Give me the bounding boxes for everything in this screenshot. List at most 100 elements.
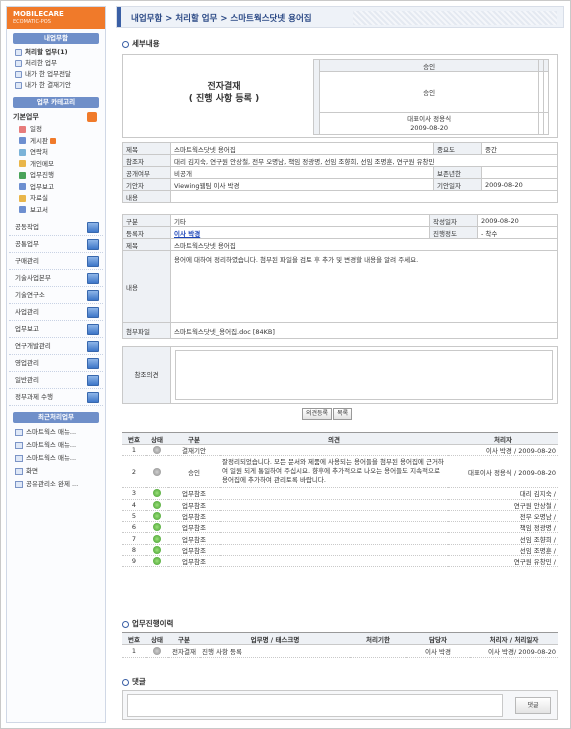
info-label: 내용 xyxy=(122,190,171,203)
category-label: 사업관리 xyxy=(15,308,39,316)
sidebar-subitem-label: 보고서 xyxy=(30,205,48,214)
history-no: 2 xyxy=(122,455,146,489)
category-item[interactable]: 공통업무 xyxy=(9,236,103,253)
history-handler: 선임 조명훈 / xyxy=(448,544,558,557)
sidebar-subitem[interactable]: 보고서 xyxy=(7,205,105,217)
detail-section-heading: 세부내용 xyxy=(122,38,160,49)
sidebar-subitem[interactable]: 업무보고 xyxy=(7,182,105,194)
history-status xyxy=(146,499,168,511)
writer-link[interactable]: 이사 박경 xyxy=(174,230,200,238)
comment-textarea[interactable] xyxy=(127,694,503,717)
info-label: 등록자 xyxy=(122,226,171,239)
info-content-value xyxy=(170,190,558,203)
breadcrumb: 내업무함 > 처리할 업무 > 스마트웍스닷넷 용어집 xyxy=(131,14,312,24)
check-status-icon xyxy=(153,446,161,455)
sidebar-subitem[interactable]: 연락처 xyxy=(7,147,105,159)
history-type: 업무참조 xyxy=(168,544,220,557)
sidebar-subitem-label: 일정 xyxy=(30,125,42,133)
history-handler: 책임 정광명 / xyxy=(448,521,558,534)
recent-item[interactable]: 화면 xyxy=(7,465,105,478)
opinion-label: 참조의견 xyxy=(123,347,171,403)
recent-item[interactable]: 스마트웍스 매뉴... xyxy=(7,426,105,439)
history-status xyxy=(146,544,168,557)
history-opinion xyxy=(220,444,448,457)
category-label: 구매관리 xyxy=(15,257,39,265)
sidebar-subitem-label: 개인메모 xyxy=(30,159,54,168)
sidebar-subitem-label: 업무보고 xyxy=(30,182,54,191)
category-item[interactable]: 정부과제 수행 xyxy=(9,389,103,406)
category-item[interactable]: 업무보고 xyxy=(9,321,103,338)
logo[interactable]: MOBILECARE ECOMATIC-POS xyxy=(7,7,105,29)
list-button[interactable]: 목록 xyxy=(333,408,353,420)
recent-item[interactable]: 공유관리소 완제 ... xyxy=(7,478,105,491)
history-type: 업무참조 xyxy=(168,499,220,511)
info-draft-date-value: 2009-08-20 xyxy=(481,178,558,191)
history-type: 업무참조 xyxy=(168,555,220,568)
detail-section-label: 세부내용 xyxy=(132,39,160,48)
sidebar-subitem[interactable]: 업무진행 xyxy=(7,170,105,182)
category-item[interactable]: 기술연구소 xyxy=(9,287,103,304)
category-label: 기술사업본부 xyxy=(15,274,51,282)
history-handler: 연구원 안상철 / xyxy=(448,499,558,511)
approval-header-empty xyxy=(543,59,549,72)
recent-item[interactable]: 스마트웍스 매뉴... xyxy=(7,452,105,465)
history-type: 업무참조 xyxy=(168,532,220,545)
approval-grid: 승인 승인 대표이사 정용식 2009-08-20 xyxy=(313,59,549,135)
category-item[interactable]: 구매관리 xyxy=(9,253,103,270)
history-type: 결재기안 xyxy=(168,444,220,457)
info-label: 제목 xyxy=(122,238,171,251)
category-folder-icon xyxy=(87,392,99,403)
sidebar-subitem[interactable]: 자료실 xyxy=(7,193,105,205)
category-item[interactable]: 연구개발관리 xyxy=(9,338,103,355)
comment-button[interactable]: 댓글 xyxy=(515,697,551,714)
progress-column-header: 구분 xyxy=(168,632,200,645)
opinion-textarea[interactable] xyxy=(175,350,553,400)
history-opinion xyxy=(220,499,448,511)
category-item[interactable]: 기술사업본부 xyxy=(9,270,103,287)
sidebar-subitem[interactable]: 일정 xyxy=(7,124,105,136)
history-no: 4 xyxy=(122,499,146,511)
progress-type: 전자결재 xyxy=(168,644,200,658)
history-row: 1 결재기안 이사 박경 / 2009-08-20 xyxy=(122,444,558,457)
sidebar-item-drafted[interactable]: 내가 한 결재기안 xyxy=(7,80,105,91)
sidebar-item-forwarded[interactable]: 내가 한 업무전달 xyxy=(7,69,105,80)
category-item[interactable]: 사업관리 xyxy=(9,304,103,321)
history-no: 1 xyxy=(122,444,146,457)
sidebar-item-todo[interactable]: 처리할 업무(1) xyxy=(7,47,105,58)
progress-column-header: 업무명 / 태스크명 xyxy=(200,632,350,645)
opinion-register-button[interactable]: 의견등록 xyxy=(302,408,333,420)
category-item[interactable]: 일반관리 xyxy=(9,372,103,389)
info-label: 기안일자 xyxy=(433,178,482,191)
category-item[interactable]: 영업관리 xyxy=(9,355,103,372)
sidebar-item-done[interactable]: 처리한 업무 xyxy=(7,58,105,69)
sidebar-subitem-label: 연락처 xyxy=(30,148,48,156)
task-type-value: 기타 xyxy=(170,214,430,227)
attachment-link[interactable]: 스마트웍스닷넷_용어집.doc [84KB] xyxy=(170,322,558,339)
progress-section-label: 업무진행이력 xyxy=(132,619,174,628)
history-row: 7 업무참조 선임 조향희 / xyxy=(122,532,558,545)
progress-row[interactable]: 1 전자결재 진행 사항 등록 이사 박경 이사 박경/ 2009-08-20 xyxy=(122,644,558,658)
sidebar-section-title: 내업무함 xyxy=(13,33,99,44)
history-opinion xyxy=(220,521,448,534)
category-label: 연구개발관리 xyxy=(15,342,51,350)
menu-item-icon xyxy=(19,160,26,167)
category-item[interactable]: 공동작업 xyxy=(9,219,103,236)
history-no: 3 xyxy=(122,487,146,500)
approval-box: 전자결재 ( 진행 사항 등록 ) 승인 승인 대표이사 정용식 2009-08-… xyxy=(122,54,558,138)
task-progress-value: - 착수 xyxy=(477,226,558,239)
document-title-line1: 전자결재 xyxy=(207,82,241,92)
sidebar-subitem[interactable]: 게시판 xyxy=(7,136,105,148)
logo-title: MOBILECARE xyxy=(13,10,64,18)
group-badge-icon xyxy=(87,112,97,122)
menu-item-icon xyxy=(19,206,26,213)
group-head[interactable]: 기본업무 xyxy=(7,111,105,124)
recent-item[interactable]: 스마트웍스 매뉴... xyxy=(7,439,105,452)
comment-section-label: 댓글 xyxy=(132,677,146,686)
menu-item-icon xyxy=(19,148,26,156)
progress-handler: 이사 박경/ 2009-08-20 xyxy=(470,644,558,658)
new-badge-icon xyxy=(49,137,56,144)
sidebar-subitem[interactable]: 개인메모 xyxy=(7,159,105,171)
task-subject-value: 스마트웍스닷넷 용어집 xyxy=(170,238,558,251)
task-body-value: 용어에 대하여 정리하였습니다. 첨부된 파일을 검토 후 추가 및 변경할 내… xyxy=(170,250,558,323)
history-status xyxy=(146,555,168,568)
